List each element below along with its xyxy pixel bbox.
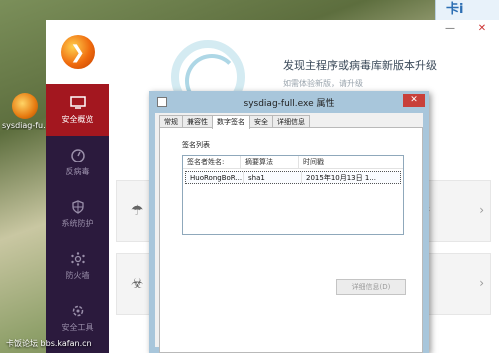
column-header-digest[interactable]: 摘要算法 [241,156,299,168]
chevron-right-icon: › [479,276,484,290]
details-button[interactable]: 详细信息(D) [336,279,406,295]
browser-corner-banner: 卡i [435,0,499,20]
update-subtitle[interactable]: 如需体验新版，请升级 [283,78,363,89]
update-title: 发现主程序或病毒库新版本升级 [283,59,437,72]
flame-logo-icon: ❯ [60,35,95,69]
chevron-right-icon: › [479,203,484,217]
nav-item-security-overview[interactable]: 安全概览 [46,84,109,136]
huorong-app-icon [12,93,38,119]
nav-item-antivirus[interactable]: 反病毒 [46,136,109,188]
dialog-title: sysdiag-full.exe 属性 [243,99,335,109]
cell-timestamp: 2015年10月13日 1... [306,174,376,182]
nav-label: 安全工具 [61,322,94,332]
nav-label: 防火墙 [65,270,90,280]
nav-label: 安全概览 [61,114,94,124]
tools-icon [70,304,86,318]
signatures-panel: 签名列表 签名者姓名: 摘要算法 时间戳 HuoRongBoR... sha1 … [159,127,423,353]
properties-dialog: sysdiag-full.exe 属性 ✕ 常规 兼容性 数字签名 安全 详细信… [149,91,429,353]
huorong-logo: ❯ [46,20,109,84]
list-header: 签名者姓名: 摘要算法 时间戳 [183,156,403,169]
column-header-signer[interactable]: 签名者姓名: [183,156,241,168]
signature-list[interactable]: 签名者姓名: 摘要算法 时间戳 HuoRongBoR... sha1 2015年… [182,155,404,235]
desktop-icon-sysdiag[interactable]: sysdiag-fu... [2,93,48,130]
cell-signer: HuoRongBoR... [186,172,244,183]
sidebar: ❯ 安全概览 反病毒 系统防护 防火墙 安全工具 [46,20,109,353]
monitor-icon [69,96,86,110]
shield-icon [70,199,86,214]
nav-item-firewall[interactable]: 防火墙 [46,240,109,292]
cell-digest: sha1 [244,172,302,183]
signature-list-label: 签名列表 [182,141,210,149]
umbrella-icon: ☂ [131,203,144,219]
table-row[interactable]: HuoRongBoR... sha1 2015年10月13日 1... [185,171,401,184]
tab-digital-signatures[interactable]: 数字签名 [212,115,250,129]
window-controls: — ✕ [434,20,498,40]
close-icon[interactable]: ✕ [466,20,498,40]
tab-bar: 常规 兼容性 数字签名 安全 详细信息 [155,113,423,129]
dialog-close-button[interactable]: ✕ [403,94,425,107]
desktop-icon-label: sysdiag-fu... [2,121,48,130]
gauge-icon [70,148,86,162]
gear-network-icon [70,251,86,266]
column-header-timestamp[interactable]: 时间戳 [299,156,403,168]
biohazard-icon: ☣ [131,276,144,292]
minimize-icon[interactable]: — [434,20,466,40]
nav-item-security-tools[interactable]: 安全工具 [46,292,109,344]
nav-label: 系统防护 [61,218,94,228]
forum-watermark: 卡饭论坛 bbs.kafan.cn [6,339,92,348]
nav-label: 反病毒 [65,166,90,176]
dialog-titlebar[interactable]: sysdiag-full.exe 属性 ✕ [149,91,429,113]
nav-item-system-protection[interactable]: 系统防护 [46,188,109,240]
